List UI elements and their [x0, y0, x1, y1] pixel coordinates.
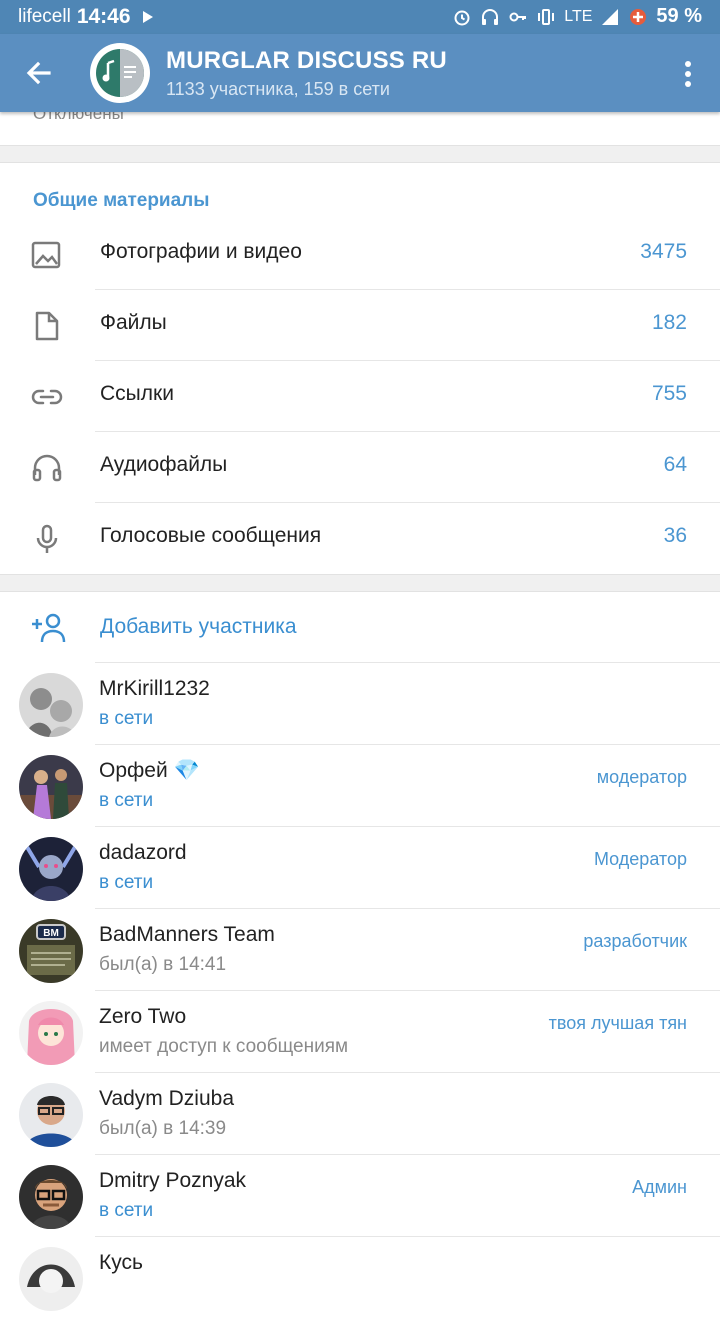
battery-saver-icon	[630, 8, 647, 25]
media-row-photos[interactable]: Фотографии и видео 3475	[0, 218, 720, 289]
member-role: разработчик	[583, 931, 687, 951]
media-label: Голосовые сообщения	[100, 524, 322, 547]
media-row-links[interactable]: Ссылки 755	[0, 360, 720, 431]
avatar	[19, 755, 83, 819]
avatar	[19, 1083, 83, 1147]
photo-icon	[31, 241, 61, 269]
avatar	[19, 1165, 83, 1229]
member-status: в сети	[99, 790, 154, 811]
avatar	[19, 837, 83, 901]
group-logo-icon	[91, 44, 149, 102]
member-status: в сети	[99, 872, 154, 893]
member-status: имеет доступ к сообщениям	[99, 1036, 349, 1057]
headset-icon	[482, 8, 499, 25]
media-row-audio[interactable]: Аудиофайлы 64	[0, 431, 720, 502]
group-subtitle: 1133 участника, 159 в сети	[166, 79, 390, 99]
media-row-files[interactable]: Файлы 182	[0, 289, 720, 360]
member-name: Zero Two	[99, 1005, 187, 1028]
member-row[interactable]: BM BadManners Team был(а) в 14:41 разраб…	[0, 909, 720, 991]
play-icon	[142, 11, 153, 23]
group-avatar[interactable]	[90, 43, 150, 103]
media-count: 64	[663, 453, 687, 476]
media-label: Аудиофайлы	[100, 453, 228, 476]
battery-percent: 59 %	[656, 5, 702, 27]
member-row[interactable]: Кусь	[0, 1237, 720, 1319]
media-count: 3475	[640, 240, 687, 263]
media-row-voice[interactable]: Голосовые сообщения 36	[0, 502, 720, 573]
avatar	[19, 1247, 83, 1311]
add-user-icon	[32, 613, 66, 643]
avatar	[19, 673, 83, 737]
alarm-icon	[454, 10, 470, 25]
member-row[interactable]: dadazord в сети Модератор	[0, 827, 720, 909]
file-icon	[35, 311, 59, 341]
media-label: Файлы	[100, 311, 167, 334]
carrier-label: lifecell	[18, 6, 71, 27]
avatar: BM	[19, 919, 83, 983]
link-icon	[31, 389, 63, 405]
add-member-button[interactable]: Добавить участника	[0, 592, 720, 662]
member-role: модератор	[596, 767, 687, 787]
media-count: 36	[663, 524, 687, 547]
svg-text:BM: BM	[43, 928, 59, 939]
section-separator	[0, 574, 720, 592]
member-row[interactable]: MrKirill1232 в сети	[0, 663, 720, 745]
signal-icon	[602, 8, 619, 25]
back-arrow-icon[interactable]	[20, 54, 58, 92]
status-bar: lifecell 14:46 LTE 59 %	[0, 0, 720, 34]
member-row[interactable]: Dmitry Poznyak в сети Админ	[0, 1155, 720, 1237]
app-header: MURGLAR DISCUSS RU 1133 участника, 159 в…	[0, 34, 720, 112]
group-title: MURGLAR DISCUSS RU	[166, 47, 447, 74]
member-status: был(а) в 14:41	[99, 954, 227, 975]
member-name: Кусь	[99, 1251, 143, 1274]
member-row[interactable]: Vadym Dziuba был(а) в 14:39	[0, 1073, 720, 1155]
clock: 14:46	[76, 5, 131, 28]
member-row[interactable]: Орфей 💎 в сети модератор	[0, 745, 720, 827]
section-separator	[0, 145, 720, 163]
avatar	[19, 1001, 83, 1065]
member-status: в сети	[99, 708, 154, 729]
media-count: 182	[651, 311, 687, 334]
add-member-label: Добавить участника	[100, 615, 297, 638]
member-name: dadazord	[99, 841, 187, 864]
member-name: MrKirill1232	[99, 677, 210, 700]
member-name: Dmitry Poznyak	[99, 1169, 247, 1192]
headphones-icon	[32, 454, 62, 482]
member-name: BadManners Team	[99, 923, 275, 946]
member-row[interactable]: Zero Two имеет доступ к сообщениям твоя …	[0, 991, 720, 1073]
member-status: был(а) в 14:39	[99, 1118, 227, 1139]
media-count: 755	[651, 382, 687, 405]
vibrate-icon	[538, 8, 555, 25]
member-status: в сети	[99, 1200, 154, 1221]
member-role: твоя лучшая тян	[548, 1013, 687, 1033]
more-options-icon[interactable]	[676, 56, 700, 92]
media-label: Ссылки	[100, 382, 174, 405]
member-role: Модератор	[593, 849, 687, 869]
member-name: Орфей 💎	[99, 759, 200, 782]
media-label: Фотографии и видео	[100, 240, 302, 263]
member-role: Админ	[632, 1177, 687, 1197]
member-name: Vadym Dziuba	[99, 1087, 235, 1110]
shared-media-title: Общие материалы	[33, 190, 210, 211]
network-type: LTE	[564, 7, 593, 25]
microphone-icon	[36, 524, 58, 553]
key-icon	[509, 12, 527, 21]
